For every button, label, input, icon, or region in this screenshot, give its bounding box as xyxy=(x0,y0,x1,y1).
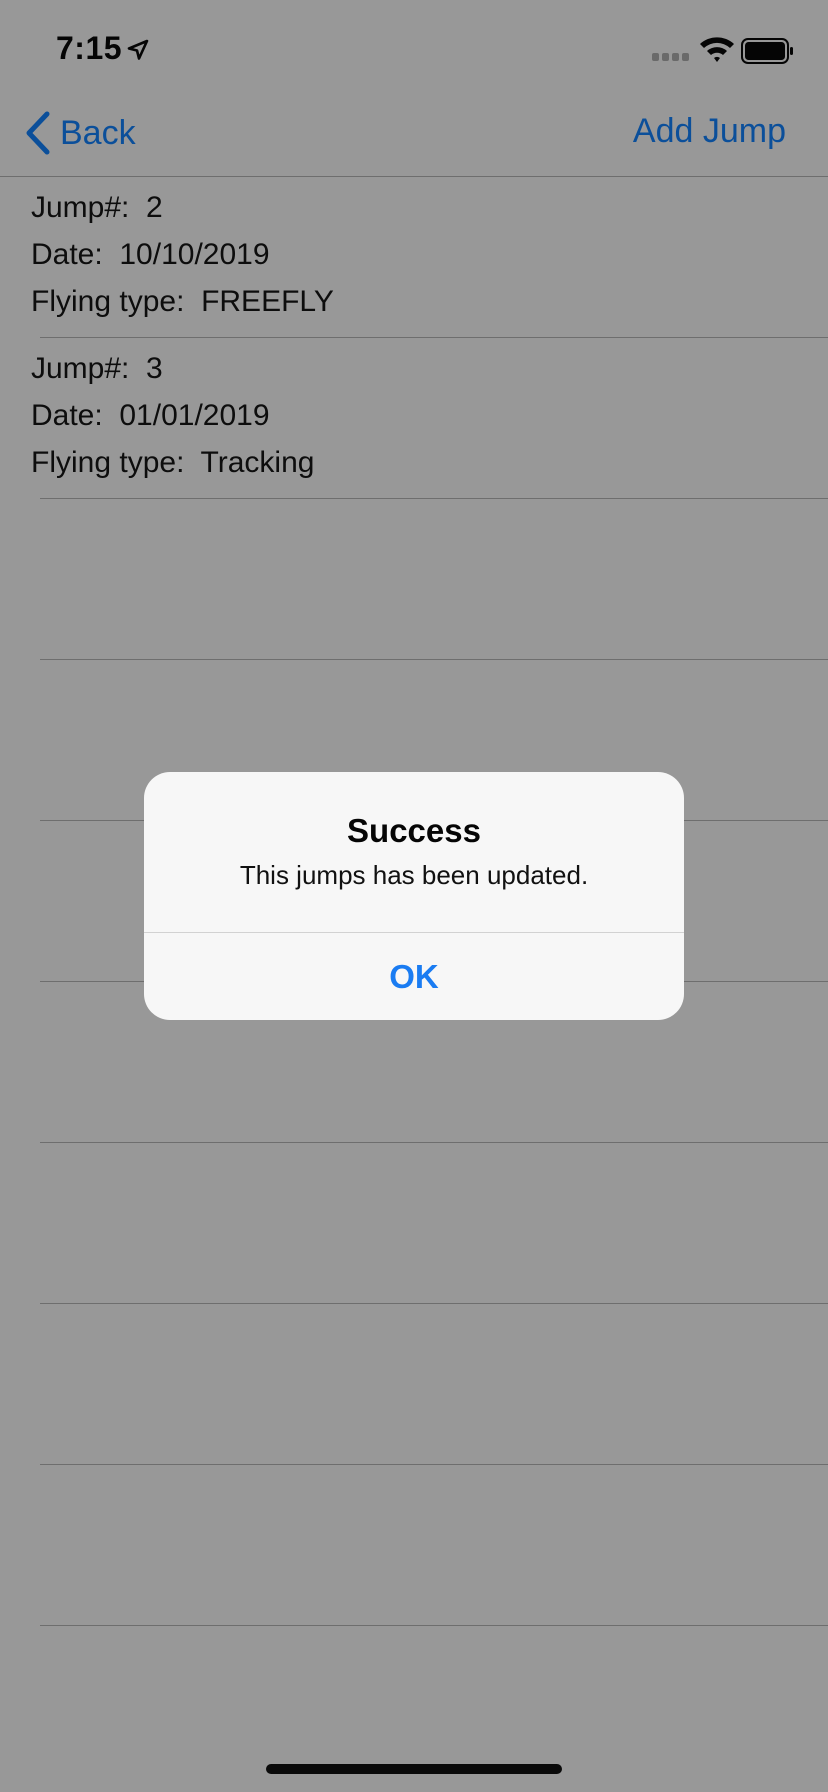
jump-row[interactable]: Jump#: 2 Date: 10/10/2019 Flying type: F… xyxy=(31,177,828,338)
success-alert: Success This jumps has been updated. OK xyxy=(144,772,684,1020)
ok-button[interactable]: OK xyxy=(144,933,684,1020)
jump-date: Date: 01/01/2019 xyxy=(31,399,270,432)
jump-number: Jump#: 3 xyxy=(31,352,163,385)
alert-title: Success xyxy=(347,812,481,849)
back-button[interactable]: Back xyxy=(24,108,136,158)
cellular-signal-icon xyxy=(652,53,689,61)
wifi-icon xyxy=(700,37,734,62)
back-button-label: Back xyxy=(60,113,136,152)
jump-flying-type: Flying type: Tracking xyxy=(31,446,315,479)
location-arrow-icon xyxy=(127,39,149,60)
home-indicator[interactable] xyxy=(266,1764,562,1774)
chevron-left-icon xyxy=(26,111,50,155)
battery-icon xyxy=(741,38,793,64)
jump-flying-type: Flying type: FREEFLY xyxy=(31,285,334,318)
jump-row-empty xyxy=(40,1304,828,1465)
alert-message: This jumps has been updated. xyxy=(239,860,589,890)
status-bar: 7:15 xyxy=(0,0,828,96)
jump-row-empty xyxy=(40,1143,828,1304)
jump-number: Jump#: 2 xyxy=(31,191,163,224)
add-jump-button[interactable]: Add Jump xyxy=(633,112,786,151)
jump-date: Date: 10/10/2019 xyxy=(31,238,270,271)
jump-row-empty xyxy=(40,499,828,660)
jump-row-empty xyxy=(40,1465,828,1626)
navigation-bar: Back Add Jump xyxy=(0,96,828,177)
jump-row[interactable]: Jump#: 3 Date: 01/01/2019 Flying type: T… xyxy=(31,338,828,499)
status-time: 7:15 xyxy=(56,30,123,66)
